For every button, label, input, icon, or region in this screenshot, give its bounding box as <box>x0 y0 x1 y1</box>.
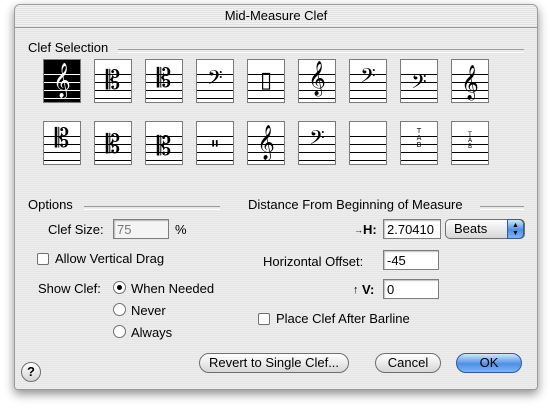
popup-arrows-icon: ▲ ▼ <box>507 219 524 239</box>
staff-line <box>44 160 80 161</box>
staff-line <box>350 160 386 161</box>
clef-option[interactable]: ▯ <box>247 59 285 103</box>
treble-8vb-clef-icon: 𝄞 <box>308 61 326 96</box>
dialog-window: Mid-Measure Clef Clef Selection 𝄞 𝄡 𝄡 𝄢 ▯ 𝄞 𝄢 𝄢… <box>14 4 538 390</box>
allow-vertical-drag-label[interactable]: Allow Vertical Drag <box>55 251 164 266</box>
clef-option[interactable]: 𝄞 <box>247 121 285 165</box>
staff-line <box>248 98 284 99</box>
v-label: V: <box>362 282 375 297</box>
clef-option[interactable]: 𝄡 <box>145 121 183 165</box>
v-arrow-icon: ↑ <box>353 284 359 296</box>
staff-line <box>401 160 437 161</box>
staff-line <box>95 160 131 161</box>
tab-clef-small-icon: T A B <box>467 131 473 150</box>
title-bar[interactable]: Mid-Measure Clef <box>15 5 537 28</box>
bass-8vb-clef-icon: 𝄢 <box>360 64 376 92</box>
staff-line <box>350 144 386 145</box>
staff-line <box>248 160 284 161</box>
place-after-barline-checkbox[interactable] <box>258 313 270 325</box>
clef-option[interactable]: 𝄥 <box>196 121 234 165</box>
clef-selection-header: Clef Selection <box>28 40 109 55</box>
clef-option[interactable]: T A B <box>400 121 438 165</box>
staff-line <box>44 98 80 99</box>
clef-size-field[interactable]: 75 <box>113 219 169 239</box>
units-popup[interactable]: Beats ▲ ▼ <box>445 219 525 239</box>
staff-line <box>299 98 335 99</box>
show-clef-label: Show Clef: <box>38 281 101 296</box>
staff-line <box>197 160 233 161</box>
window-title: Mid-Measure Clef <box>224 8 328 23</box>
radio-when-needed[interactable] <box>113 281 126 294</box>
mezzo-soprano-clef-icon: 𝄡 <box>105 130 121 160</box>
distance-header: Distance From Beginning of Measure <box>248 197 463 212</box>
treble-clef-icon: 𝄞 <box>53 63 71 98</box>
clef-option[interactable]: 𝄞 <box>298 59 336 103</box>
percussion-clef-icon: ▯ <box>259 68 273 93</box>
units-popup-value: Beats <box>454 221 488 236</box>
tenor-clef-icon: 𝄡 <box>156 64 172 94</box>
h-label: H: <box>363 222 377 237</box>
clef-option[interactable] <box>349 121 387 165</box>
horizontal-offset-field[interactable]: -45 <box>383 250 439 270</box>
dialog-body: Clef Selection 𝄞 𝄡 𝄡 𝄢 ▯ 𝄞 𝄢 𝄢 𝄞 𝄡 𝄡 𝄡 𝄥 𝄞 𝄢 T A B T A B… <box>15 28 537 389</box>
baritone-clef-icon: 𝄢 <box>411 70 427 98</box>
v-value-field[interactable]: 0 <box>383 279 439 299</box>
place-after-barline-label[interactable]: Place Clef After Barline <box>276 311 410 326</box>
help-button[interactable]: ? <box>21 362 41 382</box>
radio-always-label[interactable]: Always <box>131 325 172 340</box>
clef-option[interactable]: 𝄡 <box>145 59 183 103</box>
clef-option[interactable]: 𝄞 <box>451 59 489 103</box>
clef-option[interactable]: 𝄢 <box>298 121 336 165</box>
clef-option[interactable]: 𝄢 <box>196 59 234 103</box>
clef-option[interactable]: 𝄡 <box>94 121 132 165</box>
radio-always[interactable] <box>113 325 126 338</box>
staff-line <box>146 98 182 99</box>
staff-line <box>452 160 488 161</box>
radio-never[interactable] <box>113 303 126 316</box>
clef-option[interactable]: 𝄡 <box>43 121 81 165</box>
staff-line <box>401 98 437 99</box>
percussion-clef-2-icon: 𝄥 <box>212 134 218 155</box>
options-separator <box>84 206 220 210</box>
staff-line <box>350 152 386 153</box>
allow-vertical-drag-checkbox[interactable] <box>37 253 49 265</box>
options-header: Options <box>28 197 73 212</box>
clef-option[interactable]: 𝄢 <box>400 59 438 103</box>
baritone-c-clef-icon: 𝄡 <box>156 132 172 162</box>
horizontal-offset-label: Horizontal Offset: <box>263 254 364 269</box>
h-value-field[interactable]: 2.70410 <box>383 219 441 239</box>
bass-8va-clef-icon: 𝄢 <box>309 126 325 154</box>
radio-when-needed-label[interactable]: When Needed <box>131 281 214 296</box>
clef-option[interactable]: T A B <box>451 121 489 165</box>
french-violin-clef-icon: 𝄞 <box>461 65 479 100</box>
clef-option[interactable]: 𝄢 <box>349 59 387 103</box>
staff-line <box>299 160 335 161</box>
clef-option[interactable]: 𝄞 <box>43 59 81 103</box>
staff-line <box>350 98 386 99</box>
cancel-button[interactable]: Cancel <box>375 353 441 373</box>
clef-selection-separator <box>118 49 524 53</box>
staff-line <box>452 152 488 153</box>
staff-line <box>95 98 131 99</box>
staff-line <box>401 152 437 153</box>
staff-line <box>197 98 233 99</box>
distance-separator <box>480 206 524 210</box>
clef-option[interactable]: 𝄡 <box>94 59 132 103</box>
soprano-clef-icon: 𝄡 <box>54 124 70 154</box>
clef-size-unit: % <box>175 222 187 237</box>
revert-button[interactable]: Revert to Single Clef... <box>199 353 349 373</box>
alto-clef-icon: 𝄡 <box>105 66 121 96</box>
treble-8va-clef-icon: 𝄞 <box>257 125 275 160</box>
h-arrow-icon: → <box>354 225 363 235</box>
ok-button[interactable]: OK <box>456 353 522 373</box>
clef-size-label: Clef Size: <box>48 222 104 237</box>
staff-line <box>350 136 386 137</box>
radio-never-label[interactable]: Never <box>131 303 166 318</box>
bass-clef-icon: 𝄢 <box>207 66 223 94</box>
tab-clef-icon: T A B <box>416 127 422 149</box>
